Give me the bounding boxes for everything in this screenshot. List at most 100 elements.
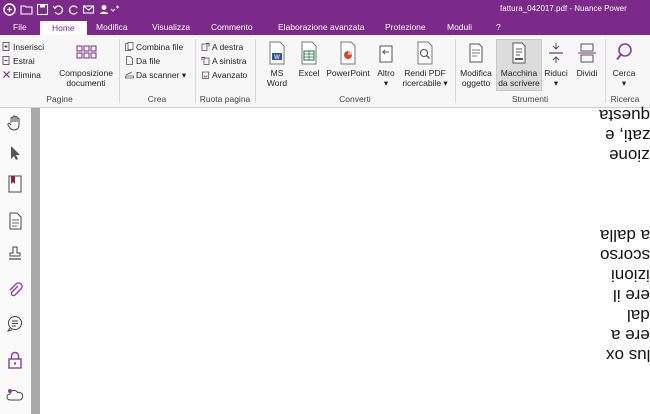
tab-help[interactable]: ? (496, 20, 501, 35)
rendi-label-1: Rendi PDF (404, 68, 446, 78)
ruota-avanzato-button[interactable]: Avanzato (201, 69, 247, 81)
searchable-pdf-icon (417, 41, 433, 65)
convert-other-icon (379, 45, 393, 63)
ms-word-label-1: MS (270, 68, 284, 78)
cloud-icon[interactable] (6, 386, 24, 404)
page-thumbnails-icon[interactable] (6, 212, 24, 230)
rotate-left-icon (201, 57, 210, 65)
document-text-line: zati, e (604, 126, 650, 145)
extract-page-icon (2, 56, 10, 65)
group-label-crea: Crea (147, 94, 167, 104)
macchina-label-1: Macchina (500, 68, 538, 78)
lock-icon[interactable] (6, 351, 24, 369)
mail-icon[interactable] (82, 3, 95, 16)
document-text-line: ere a (611, 326, 650, 345)
macchina-da-scrivere-button[interactable]: Macchina da scrivere (496, 39, 542, 91)
powerpoint-doc-icon (340, 41, 356, 65)
save-icon[interactable] (36, 3, 49, 16)
tab-protezione[interactable]: Protezione (385, 20, 426, 35)
riduci-label: Riduci (544, 68, 568, 78)
excel-label: Excel (298, 68, 320, 78)
document-text-line: lus ox (605, 346, 650, 365)
bookmark-icon[interactable] (6, 175, 24, 193)
estrai-button[interactable]: Estrai (2, 55, 35, 67)
dividi-button[interactable]: Dividi (572, 40, 602, 78)
document-view[interactable]: questa zati, e zione a dalla scorso izio… (40, 106, 650, 414)
combina-label: Combina file (136, 42, 184, 52)
chevron-down-icon: ▾ (621, 78, 627, 88)
scanner-icon (125, 71, 134, 79)
altro-button[interactable]: Altro ▾ (373, 40, 399, 88)
composizione-documenti-button[interactable]: Composizione documenti (57, 40, 115, 88)
powerpoint-label: PowerPoint (326, 68, 370, 78)
ms-word-label-2: Word (266, 78, 288, 88)
powerpoint-button[interactable]: PowerPoint (325, 40, 371, 78)
undo-icon[interactable] (52, 3, 65, 16)
document-text-line: ere il (613, 286, 650, 305)
macchina-label-2: da scrivere (498, 78, 540, 88)
ms-word-button[interactable]: W MS Word (262, 40, 292, 88)
attachment-icon[interactable] (6, 281, 24, 299)
inserisci-label: Inserisci (13, 42, 45, 52)
tab-visualizza[interactable]: Visualizza (152, 20, 190, 35)
tab-file[interactable]: File (13, 20, 27, 35)
group-label-pagine: Pagine (46, 94, 73, 104)
tab-commento[interactable]: Commento (211, 20, 253, 35)
altro-label: Altro (377, 68, 395, 78)
user-dropdown-icon[interactable] (98, 3, 120, 16)
group-label-converti: Converti (339, 94, 371, 104)
riduci-button[interactable]: Riduci ▾ (542, 40, 570, 88)
select-arrow-icon[interactable] (6, 144, 24, 162)
da-scanner-button[interactable]: Da scanner ▾ (125, 69, 186, 81)
document-text-line: izioni (611, 266, 650, 285)
tab-modifica[interactable]: Modifica (96, 20, 128, 35)
estrai-label: Estrai (13, 56, 35, 66)
modifica-label-1: Modifica (460, 68, 492, 78)
cerca-button[interactable]: Cerca ▾ (609, 40, 639, 88)
elimina-label: Elimina (13, 70, 41, 80)
composizione-label-1: Composizione (59, 68, 113, 78)
open-folder-icon[interactable] (20, 3, 33, 16)
modifica-label-2: oggetto (461, 78, 491, 88)
sinistra-label: A sinistra (212, 56, 247, 66)
group-label-ruota-pagina: Ruota pagina (199, 94, 251, 104)
da-file-label: Da file (136, 56, 161, 66)
panel-splitter[interactable] (31, 108, 40, 414)
insert-page-icon (2, 42, 10, 51)
tab-moduli[interactable]: Moduli (447, 20, 472, 35)
chevron-down-icon: ▾ (383, 78, 389, 88)
document-text-line: zione (609, 146, 650, 165)
hand-tool-icon[interactable] (6, 114, 24, 132)
document-text-line: questa (598, 106, 650, 125)
combina-file-button[interactable]: Combina file (125, 41, 183, 53)
da-file-button[interactable]: Da file (125, 55, 160, 67)
ruota-destra-button[interactable]: A destra (201, 41, 243, 53)
document-text-line: a dalla (599, 226, 650, 245)
shrink-icon (549, 43, 563, 63)
app-logo-icon (3, 3, 16, 16)
rotate-advanced-icon (202, 71, 209, 79)
excel-button[interactable]: Excel (295, 40, 323, 78)
comments-icon[interactable] (6, 315, 24, 333)
modifica-oggetto-button[interactable]: Modifica oggetto (457, 40, 495, 88)
rendi-label-2: ricercabile ▾ (402, 78, 448, 88)
tab-elaborazione-avanzata[interactable]: Elaborazione avanzata (278, 20, 364, 35)
rotate-right-icon (201, 43, 210, 51)
rendi-pdf-ricercabile-button[interactable]: Rendi PDF ricercabile ▾ (401, 40, 449, 88)
composizione-label-2: documenti (66, 78, 106, 88)
document-text-line: dal (627, 306, 650, 325)
window-title: fattura_042017.pdf - Nuance Power (500, 4, 627, 13)
redo-icon[interactable] (67, 3, 80, 16)
inserisci-button[interactable]: Inserisci (2, 41, 44, 53)
svg-text:W: W (274, 54, 280, 61)
document-text-line: scorso (599, 246, 650, 265)
ribbon: Inserisci Estrai Elimina Composizione do… (0, 35, 650, 108)
ruota-sinistra-button[interactable]: A sinistra (201, 55, 247, 67)
group-label-strumenti: Strumenti (511, 94, 549, 104)
dividi-label: Dividi (576, 68, 598, 78)
tab-home[interactable]: Home (40, 21, 87, 35)
delete-x-icon (3, 71, 10, 78)
stamp-icon[interactable] (6, 245, 24, 263)
elimina-button[interactable]: Elimina (2, 69, 41, 81)
cerca-label: Cerca (612, 68, 636, 78)
